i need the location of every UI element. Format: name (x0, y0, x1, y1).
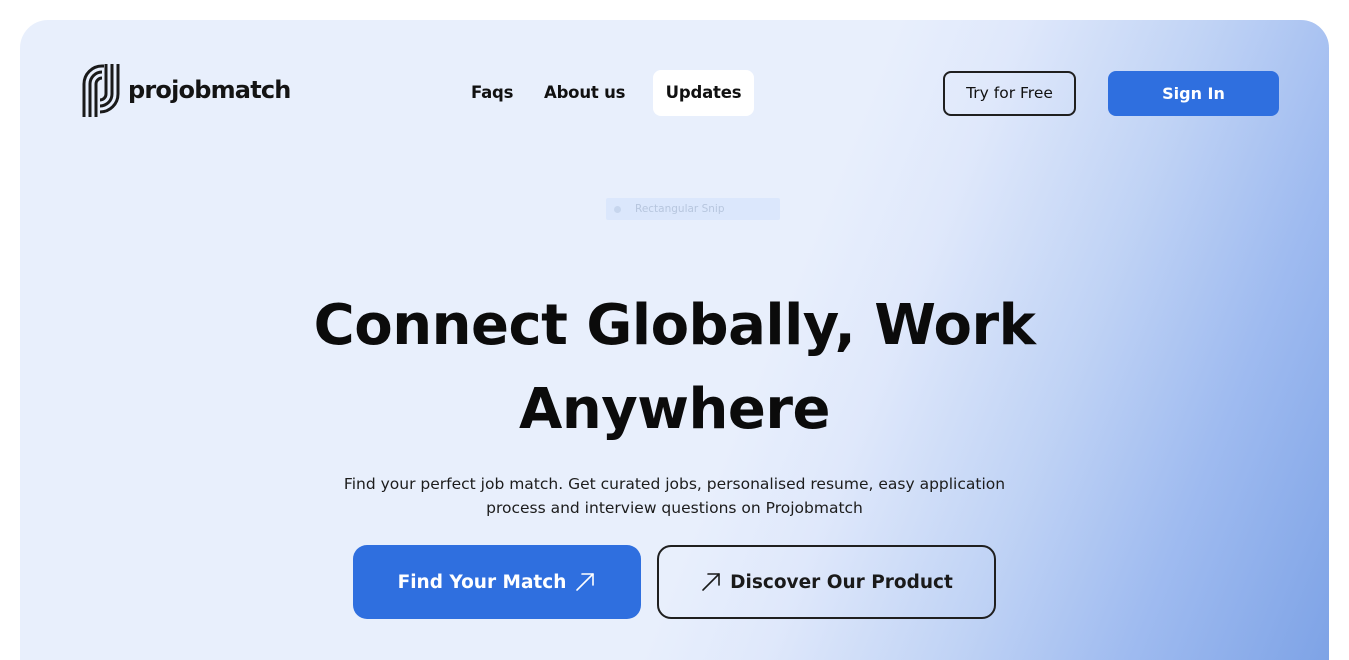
hero-subtext: Find your perfect job match. Get curated… (343, 475, 1006, 517)
snip-label: Rectangular Snip (635, 203, 725, 215)
snip-icon (614, 205, 621, 213)
find-your-match-button[interactable]: Find Your Match (353, 545, 641, 619)
discover-our-product-button[interactable]: Discover Our Product (657, 545, 996, 619)
sign-in-button[interactable]: Sign In (1108, 71, 1279, 116)
hero-headline-line1: Connect Globally, Work (313, 293, 1036, 358)
nav-item-updates[interactable]: Updates (653, 70, 754, 116)
try-for-free-button[interactable]: Try for Free (943, 71, 1076, 116)
hero-section: projobmatch Faqs About us Updates Try fo… (20, 20, 1329, 660)
nav-item-about-us[interactable]: About us (544, 70, 625, 116)
rectangular-snip-overlay: Rectangular Snip (606, 198, 780, 220)
hero-headline-line2: Anywhere (519, 377, 830, 442)
arrow-up-right-icon (576, 573, 595, 591)
hero-headline: Connect Globally, Work Anywhere (20, 284, 1329, 452)
arrow-up-right-icon (702, 573, 720, 591)
find-your-match-label: Find Your Match (397, 571, 567, 593)
nav-item-faqs[interactable]: Faqs (471, 70, 513, 116)
discover-our-product-label: Discover Our Product (730, 571, 953, 593)
